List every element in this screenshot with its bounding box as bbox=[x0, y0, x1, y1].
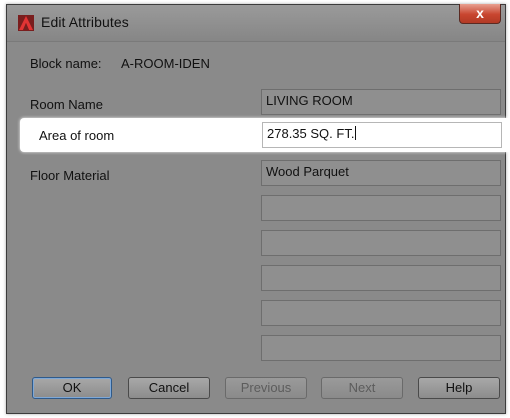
close-button[interactable]: x bbox=[459, 4, 501, 24]
block-name-value: A-ROOM-IDEN bbox=[121, 56, 210, 71]
help-button[interactable]: Help bbox=[418, 377, 500, 399]
title-bar[interactable]: Edit Attributes x bbox=[7, 4, 505, 42]
window-title: Edit Attributes bbox=[41, 14, 129, 30]
attribute-field-empty[interactable] bbox=[261, 230, 501, 256]
attribute-field-empty[interactable] bbox=[261, 195, 501, 221]
block-name-label: Block name: bbox=[30, 56, 102, 71]
attribute-field-empty[interactable] bbox=[261, 335, 501, 361]
attribute-field-floor-material[interactable]: Wood Parquet bbox=[261, 160, 501, 186]
attribute-field-room-name[interactable]: LIVING ROOM bbox=[261, 89, 501, 115]
previous-button[interactable]: Previous bbox=[225, 377, 307, 399]
attribute-label-area-of-room: Area of room bbox=[39, 128, 115, 143]
highlighted-attribute-row: Area of room 278.35 SQ. FT. bbox=[20, 118, 510, 152]
attribute-label-room-name: Room Name bbox=[30, 97, 103, 112]
autocad-a-icon bbox=[18, 15, 34, 31]
next-button[interactable]: Next bbox=[321, 377, 403, 399]
cancel-button[interactable]: Cancel bbox=[128, 377, 210, 399]
attribute-label-floor-material: Floor Material bbox=[30, 168, 110, 183]
edit-attributes-dialog: Edit Attributes x Block name: A-ROOM-IDE… bbox=[6, 4, 510, 414]
area-of-room-value: 278.35 SQ. FT. bbox=[267, 126, 355, 141]
text-cursor bbox=[355, 126, 357, 140]
attribute-field-empty[interactable] bbox=[261, 265, 501, 291]
attribute-field-empty[interactable] bbox=[261, 300, 501, 326]
ok-button[interactable]: OK bbox=[32, 377, 112, 399]
attribute-field-area-of-room[interactable]: 278.35 SQ. FT. bbox=[262, 122, 502, 148]
